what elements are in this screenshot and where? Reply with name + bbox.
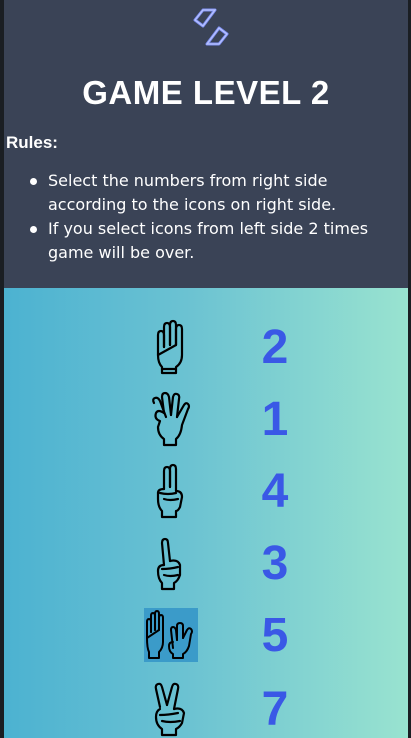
game-board: 2 1 4 3 5 7 xyxy=(4,288,408,738)
number-button[interactable]: 7 xyxy=(250,682,300,738)
rule-item: If you select icons from left side 2 tim… xyxy=(28,217,398,265)
rules-list: Select the numbers from right side accor… xyxy=(28,169,398,265)
game-row: 3 xyxy=(4,534,408,594)
game-row: 1 xyxy=(4,390,408,450)
victory-hand-icon[interactable] xyxy=(140,680,200,738)
game-header: GAME LEVEL 2 Rules: Select the numbers f… xyxy=(4,0,408,288)
two-fingers-icon[interactable] xyxy=(140,462,200,520)
game-row: 5 xyxy=(4,606,408,666)
number-button[interactable]: 4 xyxy=(250,464,300,520)
rule-item: Select the numbers from right side accor… xyxy=(28,169,398,217)
brand-logo-icon xyxy=(189,4,233,50)
game-row: 7 xyxy=(4,680,408,738)
number-button[interactable]: 5 xyxy=(250,608,300,664)
three-fingers-icon[interactable] xyxy=(140,390,200,448)
game-row: 2 xyxy=(4,318,408,378)
number-button[interactable]: 2 xyxy=(250,320,300,376)
open-hand-icon[interactable] xyxy=(140,318,200,376)
page-title: GAME LEVEL 2 xyxy=(82,74,330,111)
pointing-finger-icon[interactable] xyxy=(140,534,200,592)
two-hands-icon[interactable] xyxy=(140,606,200,664)
number-button[interactable]: 1 xyxy=(250,392,300,448)
game-row: 4 xyxy=(4,462,408,522)
number-button[interactable]: 3 xyxy=(250,536,300,592)
rules-label: Rules: xyxy=(6,133,58,152)
